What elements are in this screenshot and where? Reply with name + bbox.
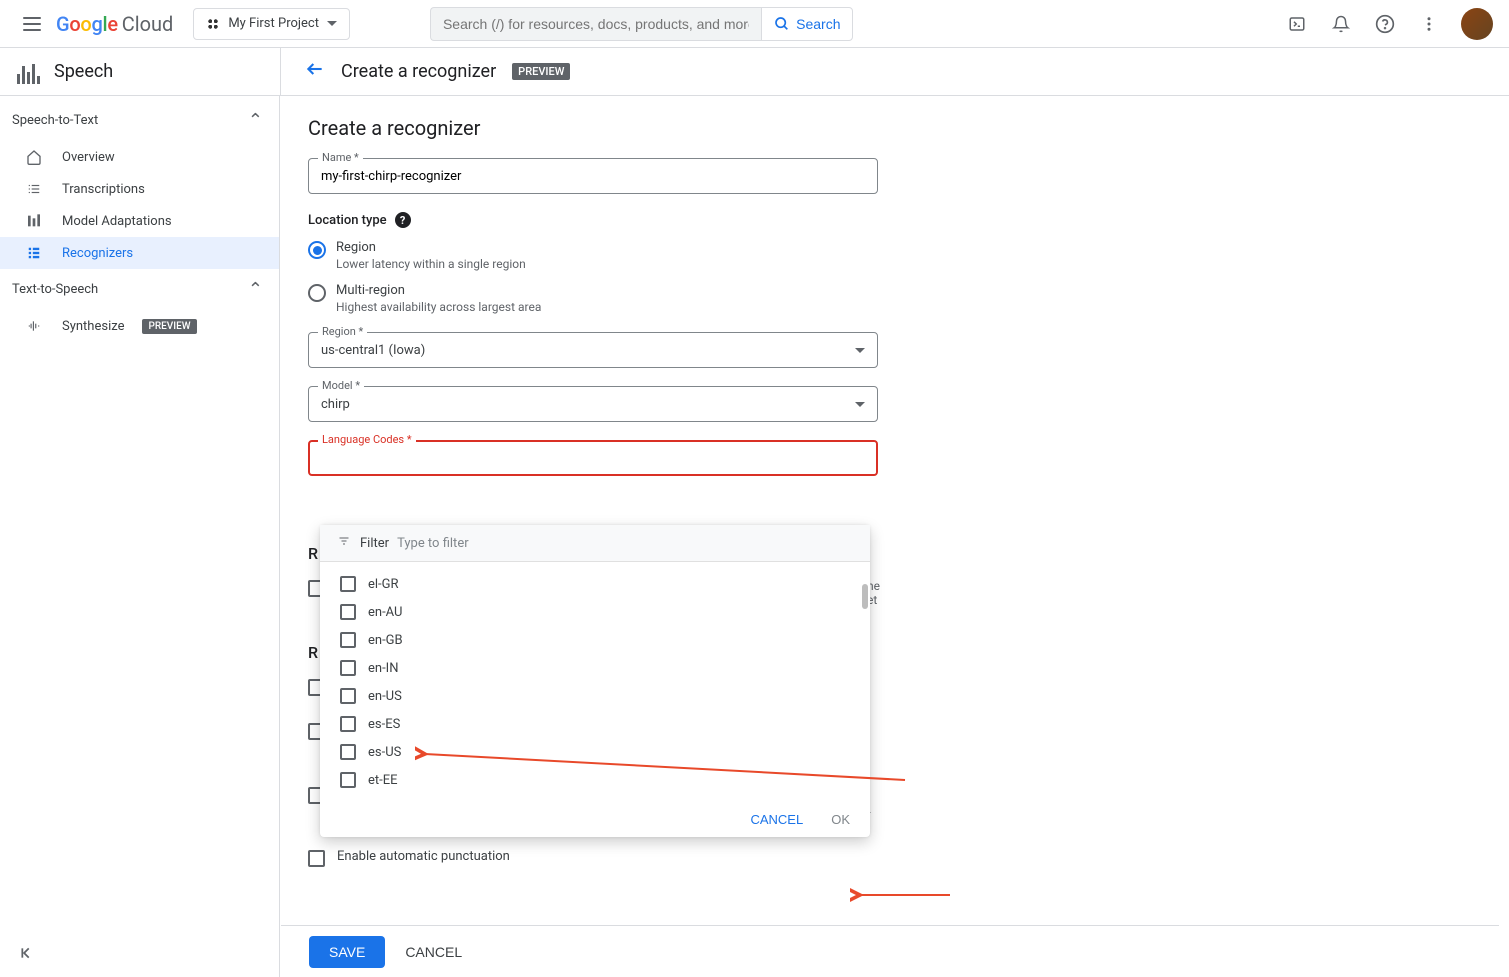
search-icon [774,16,790,32]
form-footer: SAVE CANCEL [281,925,1499,977]
location-type-label: Location type ? [308,212,1509,228]
lang-option-en-in[interactable]: en-IN [320,654,870,682]
radio-icon-checked [308,241,326,259]
notifications-button[interactable] [1321,4,1361,44]
bell-icon [1332,14,1350,34]
search-container: Search [430,7,854,41]
more-button[interactable] [1409,4,1449,44]
name-field: Name * [308,158,1509,194]
language-codes-field: Language Codes * [308,440,1509,476]
popup-cancel-button[interactable]: CANCEL [750,812,803,827]
sidebar-item-recognizers[interactable]: Recognizers [0,237,279,269]
help-icon[interactable]: ? [395,212,411,228]
lang-option-el-gr[interactable]: el-GR [320,570,870,598]
waveform-icon [24,318,44,334]
sidebar-item-synthesize[interactable]: Synthesize PREVIEW [0,310,279,342]
cancel-button[interactable]: CANCEL [405,944,462,960]
lang-option-es-es[interactable]: es-ES [320,710,870,738]
grid-icon [24,245,44,261]
home-icon [24,149,44,165]
dropdown-arrow-icon [855,402,865,407]
lang-option-et-ee[interactable]: et-EE [320,766,870,794]
checkbox-icon [340,660,356,676]
header-actions [1277,4,1493,44]
name-input[interactable] [321,169,865,184]
popup-filter-bar[interactable]: Filter Type to filter [320,525,870,562]
sidebar-item-transcriptions[interactable]: Transcriptions [0,173,279,205]
checkbox-icon [340,772,356,788]
back-button[interactable] [305,59,325,84]
search-button[interactable]: Search [761,7,853,41]
sidebar-section-speech-to-text[interactable]: Speech-to-Text ⌃ [0,100,279,141]
form-heading: Create a recognizer [308,116,1509,140]
hamburger-menu-button[interactable] [8,0,56,48]
checkbox-icon [340,576,356,592]
lang-option-en-au[interactable]: en-AU [320,598,870,626]
cloud-shell-button[interactable] [1277,4,1317,44]
sub-header: Speech Create a recognizer PREVIEW [0,48,1509,96]
speech-product-icon [16,60,40,84]
lang-option-en-gb[interactable]: en-GB [320,626,870,654]
enable-automatic-punctuation-checkbox[interactable]: Enable automatic punctuation [308,849,1509,867]
model-select[interactable]: chirp [308,386,878,422]
sidebar-item-overview[interactable]: Overview [0,141,279,173]
checkbox-icon [340,716,356,732]
region-field: Region * us-central1 (Iowa) [308,332,1509,368]
region-select[interactable]: us-central1 (Iowa) [308,332,878,368]
checkbox-icon [340,688,356,704]
popup-actions: CANCEL OK [320,802,870,837]
chevron-left-icon [20,946,34,960]
scrollbar-thumb[interactable] [862,584,868,609]
radio-icon-unchecked [308,284,326,302]
checkbox-icon [340,604,356,620]
chevron-up-icon: ⌃ [248,110,263,131]
popup-ok-button[interactable]: OK [831,812,850,827]
help-button[interactable] [1365,4,1405,44]
filter-icon [336,535,352,551]
radio-multi-region[interactable]: Multi-region Highest availability across… [308,283,1509,314]
sidebar-section-text-to-speech[interactable]: Text-to-Speech ⌃ [0,269,279,310]
chevron-up-icon: ⌃ [248,279,263,300]
project-name: My First Project [228,16,319,31]
top-header: Google Cloud My First Project Search [0,0,1509,48]
list-icon [24,181,44,197]
checkbox-icon [340,744,356,760]
dropdown-arrow-icon [855,348,865,353]
arrow-left-icon [305,59,325,79]
lang-option-en-us[interactable]: en-US [320,682,870,710]
help-icon [1375,14,1395,34]
search-input[interactable] [430,7,761,41]
tune-icon [24,213,44,229]
more-vert-icon [1420,15,1438,33]
model-field: Model * chirp [308,386,1509,422]
sidebar: Speech-to-Text ⌃ Overview Transcriptions… [0,96,280,977]
language-codes-popup: Filter Type to filter el-GR en-AU en-GB … [320,525,870,837]
project-selector[interactable]: My First Project [193,8,350,40]
collapse-sidebar-button[interactable] [0,932,279,977]
terminal-icon [1288,15,1306,33]
checkbox-icon [340,632,356,648]
lang-option-es-us[interactable]: es-US [320,738,870,766]
popup-list[interactable]: el-GR en-AU en-GB en-IN en-US es-ES es-U… [320,562,870,802]
hamburger-icon [23,17,41,31]
page-title: Create a recognizer [341,61,496,82]
dropdown-arrow-icon [327,21,337,26]
checkbox-icon [308,850,325,867]
radio-region[interactable]: Region Lower latency within a single reg… [308,240,1509,271]
project-icon [206,17,220,31]
user-avatar[interactable] [1461,8,1493,40]
save-button[interactable]: SAVE [309,936,385,968]
sidebar-item-model-adaptations[interactable]: Model Adaptations [0,205,279,237]
preview-badge: PREVIEW [512,63,570,80]
product-name: Speech [54,61,113,82]
google-cloud-logo[interactable]: Google Cloud [56,12,173,36]
